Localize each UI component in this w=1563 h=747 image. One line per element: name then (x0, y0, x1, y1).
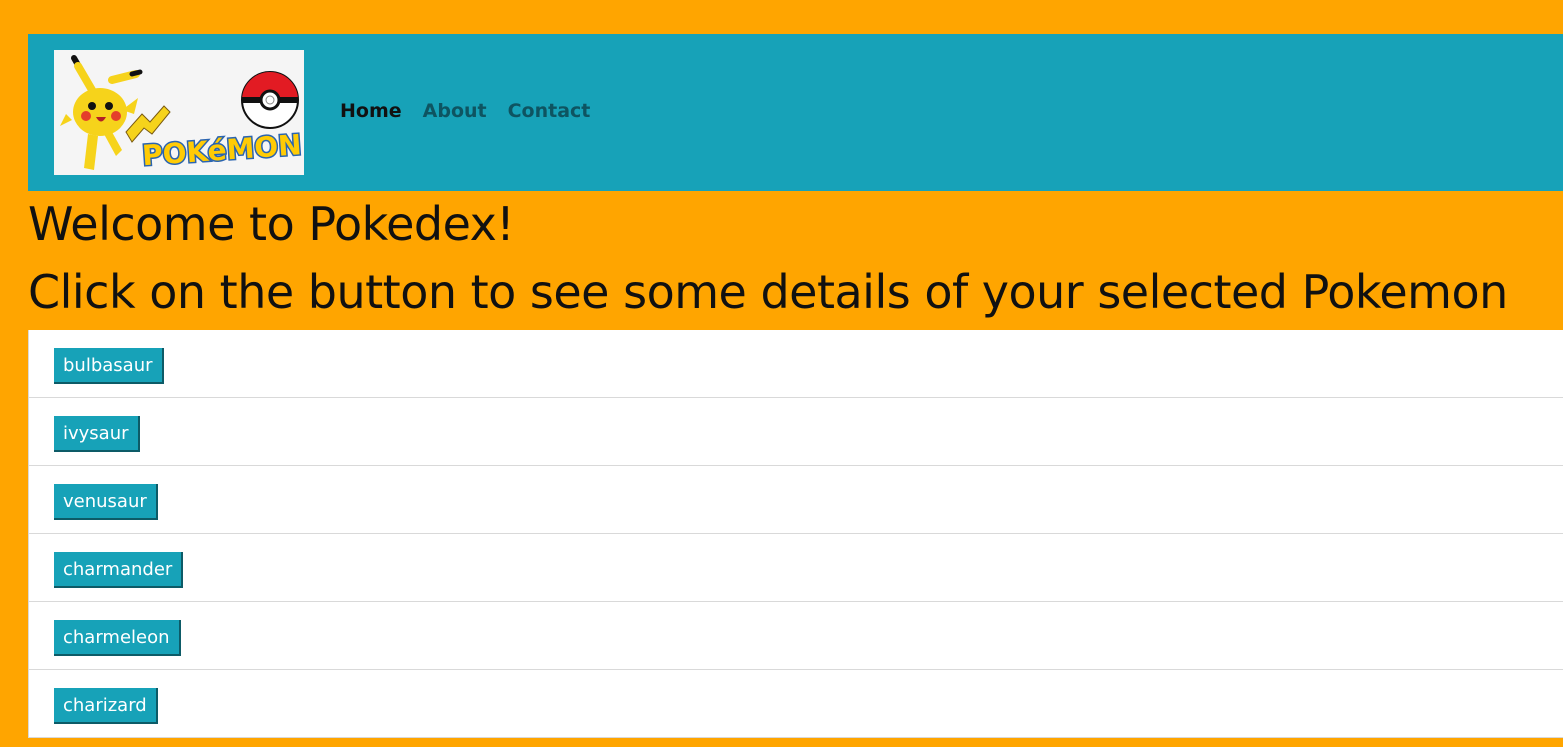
pikachu-pokeball-icon: POKéMON (54, 50, 304, 175)
list-item: ivysaur (28, 398, 1563, 466)
nav-about-link[interactable]: About (423, 100, 487, 122)
navbar: POKéMON Home About Contact (28, 34, 1563, 191)
nav-links: Home About Contact (340, 100, 611, 122)
page-subtitle: Click on the button to see some details … (28, 265, 1508, 319)
page: POKéMON Home About Contact Welcome to Po… (0, 0, 1563, 747)
pokemon-button-charmander[interactable]: charmander (54, 552, 184, 588)
list-item: charmander (28, 534, 1563, 602)
list-item: charmeleon (28, 602, 1563, 670)
nav-home-link[interactable]: Home (340, 100, 402, 122)
list-item: charizard (28, 670, 1563, 738)
headings: Welcome to Pokedex! Click on the button … (28, 192, 1508, 328)
pokemon-button-ivysaur[interactable]: ivysaur (54, 416, 140, 452)
page-title: Welcome to Pokedex! (28, 197, 515, 251)
pokemon-button-charizard[interactable]: charizard (54, 688, 158, 724)
list-item: bulbasaur (28, 330, 1563, 398)
pokemon-button-charmeleon[interactable]: charmeleon (54, 620, 181, 656)
nav-contact-link[interactable]: Contact (508, 100, 591, 122)
pokemon-list: bulbasaur ivysaur venusaur charmander ch… (28, 330, 1563, 738)
pokemon-button-venusaur[interactable]: venusaur (54, 484, 158, 520)
pokemon-logo[interactable]: POKéMON (54, 50, 304, 175)
list-item: venusaur (28, 466, 1563, 534)
pokemon-button-bulbasaur[interactable]: bulbasaur (54, 348, 164, 384)
